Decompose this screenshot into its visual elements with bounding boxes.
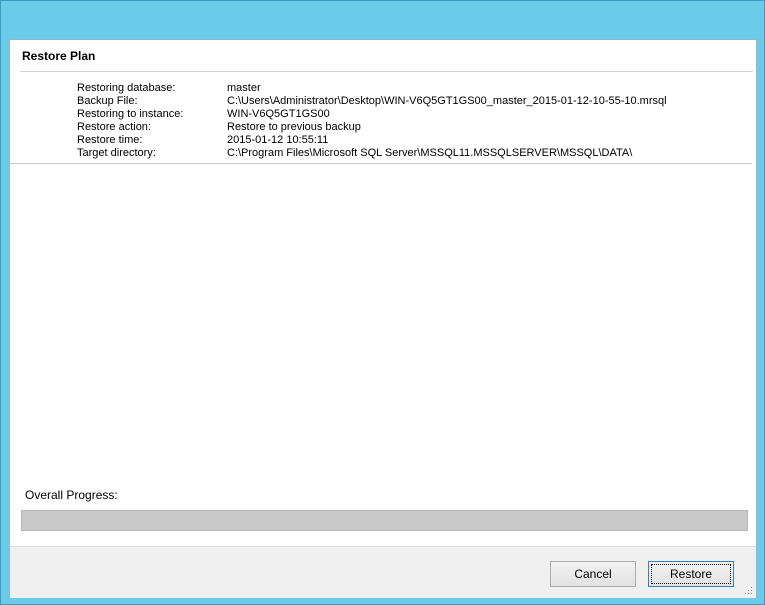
info-label: Restore action: (77, 121, 151, 133)
info-value: WIN-V6Q5GT1GS00 (227, 108, 330, 120)
header-divider (20, 71, 753, 72)
info-value: master (227, 82, 261, 94)
dialog-client-area: Restore Plan Restoring database: master … (9, 39, 757, 598)
dialog-title: Restore Plan (22, 49, 96, 63)
info-label: Restoring to instance: (77, 108, 184, 120)
info-value: C:\Users\Administrator\Desktop\WIN-V6Q5G… (227, 95, 667, 107)
info-label: Restoring database: (77, 82, 176, 94)
window-frame: Restore Plan Restoring database: master … (0, 0, 765, 605)
info-value: 2015-01-12 10:55:11 (227, 134, 329, 146)
overall-progress-bar (21, 510, 748, 531)
cancel-button[interactable]: Cancel (550, 561, 636, 587)
dialog-header: Restore Plan (10, 40, 756, 70)
info-label: Backup File: (77, 95, 138, 107)
info-value: C:\Program Files\Microsoft SQL Server\MS… (227, 147, 633, 159)
overall-progress-label: Overall Progress: (25, 488, 118, 502)
info-label: Target directory: (77, 147, 156, 159)
info-value: Restore to previous backup (227, 121, 361, 133)
dialog-footer: Cancel Restore (10, 546, 756, 598)
resize-grip-icon[interactable] (743, 585, 753, 595)
restore-button[interactable]: Restore (648, 561, 734, 587)
info-divider (10, 163, 752, 164)
info-label: Restore time: (77, 134, 143, 146)
